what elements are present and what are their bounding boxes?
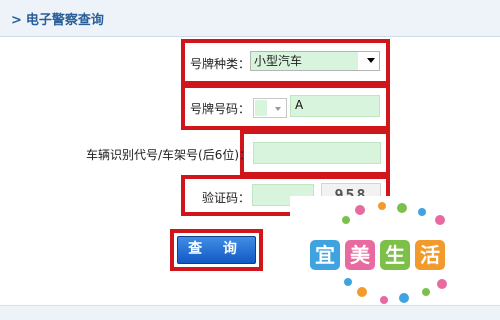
- flower-wreath-icon: [342, 202, 447, 304]
- chevron-down-icon: [367, 58, 375, 63]
- page-title-text: 电子警察查询: [25, 13, 104, 28]
- plate-type-value: 小型汽车: [251, 52, 358, 70]
- search-button[interactable]: 查 询: [177, 236, 256, 264]
- chevron-down-icon: [275, 107, 281, 111]
- page-title: > 电子警察查询: [11, 9, 104, 28]
- vin-input[interactable]: [253, 142, 381, 164]
- header: > 电子警察查询: [0, 0, 500, 37]
- plate-type-select[interactable]: 小型汽车: [250, 51, 380, 71]
- footer-bar: [0, 305, 500, 320]
- plate-number-input[interactable]: A: [290, 95, 380, 117]
- plate-prefix-value: [255, 100, 267, 116]
- captcha-label: 验证码：: [202, 191, 251, 205]
- vin-label: 车辆识别代号/车架号(后6位)：: [86, 148, 252, 162]
- plate-type-label: 号牌种类：: [190, 57, 251, 71]
- plate-prefix-select[interactable]: [253, 98, 287, 118]
- chevron-right-icon: >: [11, 13, 22, 28]
- plate-number-label: 号牌号码：: [190, 102, 251, 116]
- watermark-logo: 宜 美 生 活: [290, 196, 500, 320]
